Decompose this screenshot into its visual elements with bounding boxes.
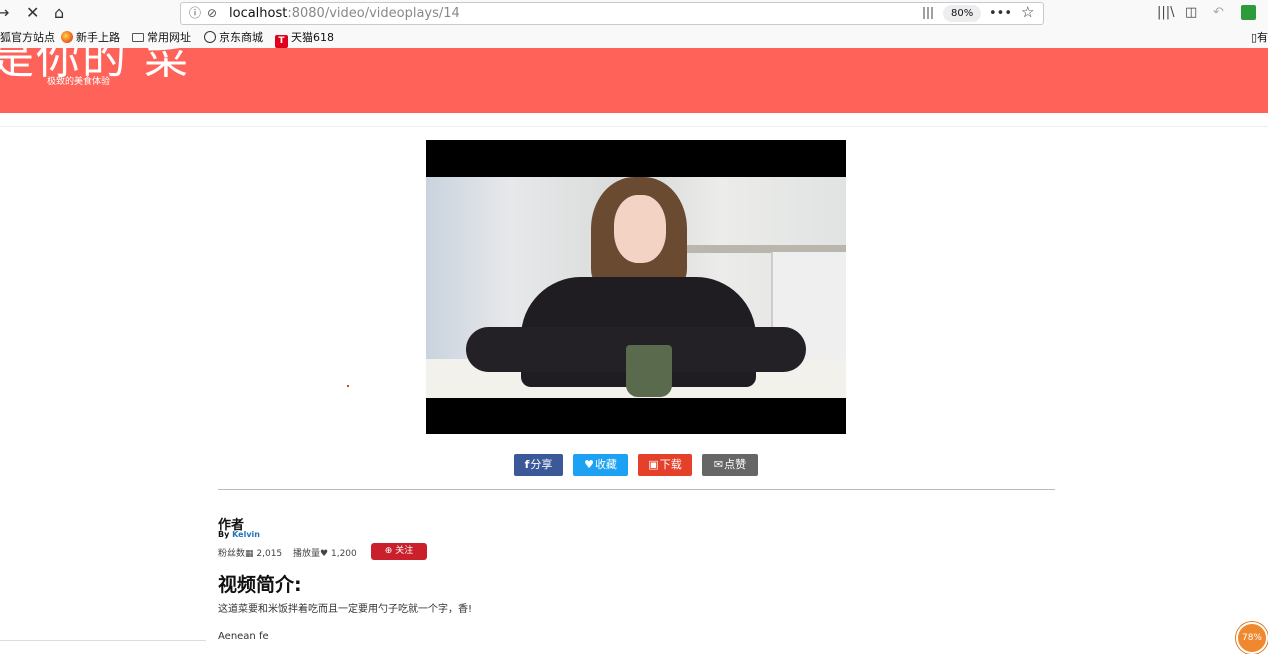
library-icon[interactable]: |||\	[1157, 5, 1175, 20]
share-button[interactable]: f分享	[514, 454, 563, 476]
fans-icon: ▦	[245, 549, 257, 559]
site-tagline: 极致的美食体验	[47, 77, 111, 87]
globe-icon	[204, 31, 216, 43]
author-name-link[interactable]: Kelvin	[232, 530, 260, 539]
intro-text: 这道菜要和米饭拌着吃而且一定要用勺子吃就一个字，香!	[218, 604, 473, 615]
performance-badge[interactable]: 78%	[1236, 622, 1268, 654]
url-text[interactable]: localhost:8080/video/videoplays/14	[229, 3, 460, 24]
plays-count: 1,200	[330, 549, 357, 559]
url-path: :8080/video/videoplays/14	[287, 6, 460, 21]
mobile-bookmarks[interactable]: ▯有	[1251, 28, 1268, 48]
tracking-icon[interactable]: ⊘	[207, 3, 217, 24]
like-button[interactable]: ✉点赞	[702, 454, 758, 476]
firefox-icon	[61, 31, 73, 43]
favorite-button[interactable]: ♥收藏	[573, 454, 628, 476]
zoom-level-badge[interactable]: 80%	[943, 5, 982, 22]
forward-icon[interactable]: →	[0, 4, 9, 22]
browser-toolbar: → ✕ ⌂ ⓘ ⊘ localhost:8080/video/videoplay…	[0, 0, 1268, 28]
left-divider	[0, 640, 206, 641]
site-info-icon[interactable]: ⓘ	[189, 3, 201, 24]
folder-icon	[132, 33, 144, 42]
bookmark-tmall[interactable]: T 天猫618	[275, 28, 334, 48]
tmall-icon: T	[275, 35, 288, 48]
person-face	[614, 195, 666, 263]
fans-label: 粉丝数	[218, 549, 246, 559]
bookmark-label: 天猫618	[291, 31, 334, 44]
fans-count: 2,015	[256, 549, 283, 559]
follow-label: 关注	[395, 546, 414, 556]
by-prefix: By	[218, 530, 233, 539]
heart-icon: ♥	[320, 549, 331, 559]
bookmark-getting-started[interactable]: 新手上路	[61, 28, 120, 48]
bookmarks-bar: 狐官方站点 新手上路 常用网址 京东商城 T 天猫618 ▯有	[0, 28, 1268, 48]
video-frame	[426, 177, 846, 398]
content-divider	[218, 489, 1055, 490]
sidebar-icon[interactable]: ◫	[1185, 5, 1197, 20]
video-player[interactable]	[426, 140, 846, 434]
mail-icon: ✉	[713, 458, 724, 471]
bookmark-official-site[interactable]: 狐官方站点	[0, 28, 55, 48]
download-button[interactable]: ▣下载	[638, 454, 692, 476]
follow-button[interactable]: ⊕ 关注	[371, 543, 427, 560]
download-icon: ▣	[648, 458, 659, 471]
qr-code-icon[interactable]	[923, 7, 935, 19]
stray-dot	[347, 385, 349, 387]
header-divider	[0, 126, 1268, 127]
follow-icon: ⊕	[384, 546, 396, 556]
like-label: 点赞	[724, 458, 747, 471]
twitter-icon: ♥	[584, 458, 594, 471]
bookmark-common-sites[interactable]: 常用网址	[132, 28, 191, 48]
extra-text: Aenean fe	[218, 631, 269, 642]
favorite-label: 收藏	[594, 458, 617, 471]
site-header: 是你的 菜 极致的美食体验	[0, 48, 1268, 113]
share-label: 分享	[530, 458, 553, 471]
cup	[626, 345, 672, 397]
bookmark-label: 京东商城	[219, 31, 263, 44]
bookmark-label: 常用网址	[147, 31, 191, 44]
bookmark-star-icon[interactable]: ☆	[1021, 2, 1034, 23]
plays-label: 播放量	[293, 549, 321, 559]
url-host: localhost	[229, 6, 288, 21]
author-byline: By Kelvin	[218, 530, 260, 539]
address-bar[interactable]: ⓘ ⊘ localhost:8080/video/videoplays/14 8…	[180, 2, 1044, 25]
bookmark-label: 狐官方站点	[0, 31, 55, 44]
undo-icon[interactable]: ↶	[1213, 5, 1224, 20]
bookmark-label: 新手上路	[76, 31, 120, 44]
extension-icon[interactable]	[1241, 5, 1256, 20]
facebook-icon: f	[524, 458, 530, 471]
stop-icon[interactable]: ✕	[26, 4, 39, 22]
page-actions-icon[interactable]: •••	[989, 3, 1012, 24]
bookmark-jd[interactable]: 京东商城	[204, 28, 263, 48]
home-icon[interactable]: ⌂	[54, 4, 64, 22]
author-stats: 粉丝数▦ 2,015 播放量♥ 1,200	[218, 546, 365, 559]
intro-heading: 视频简介:	[218, 574, 302, 596]
download-label: 下载	[659, 458, 682, 471]
